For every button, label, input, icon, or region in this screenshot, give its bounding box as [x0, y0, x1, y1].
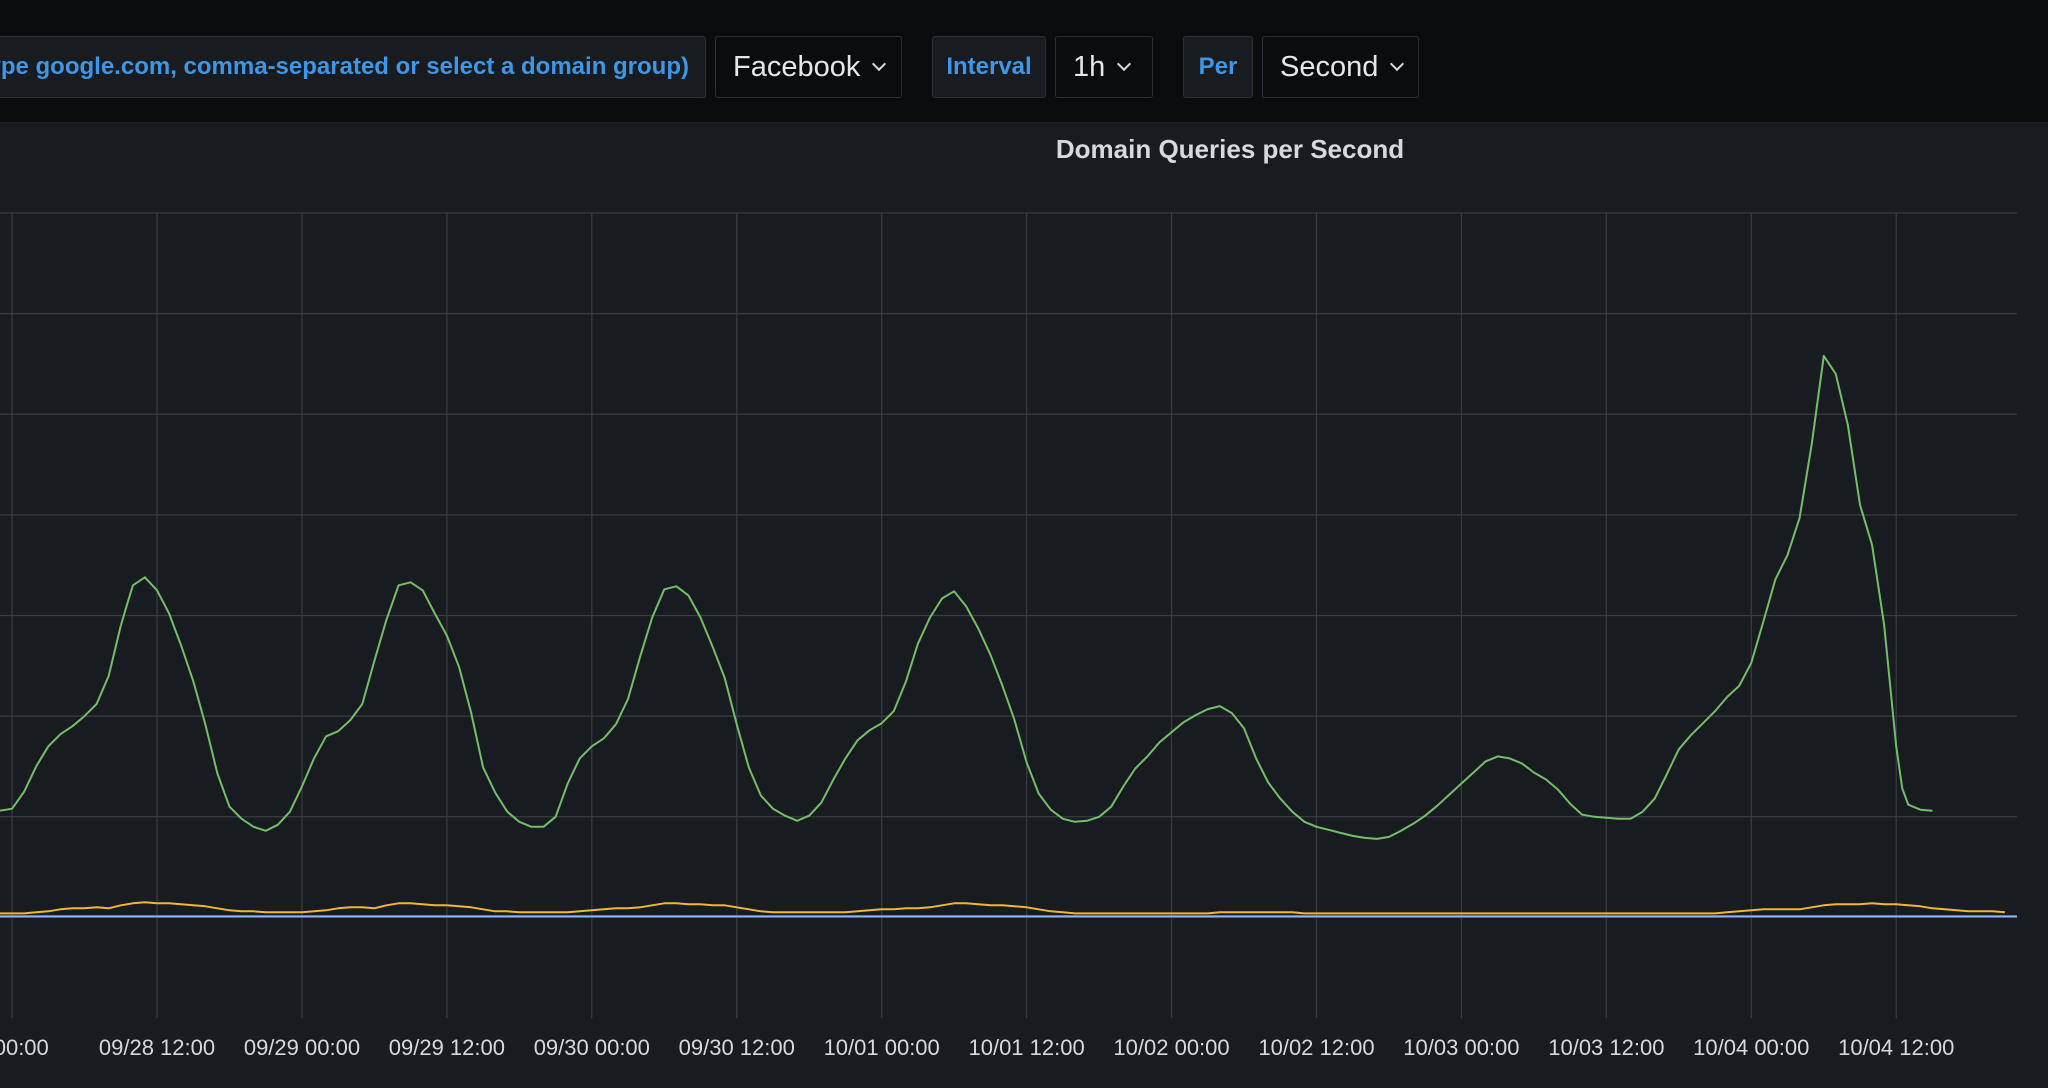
series-line-0	[0, 354, 1933, 840]
x-tick-label: 09/29 00:00	[244, 1035, 360, 1060]
x-tick-label: 10/01 00:00	[824, 1035, 940, 1060]
x-tick-label: 09/28 12:00	[99, 1035, 215, 1060]
series-line-1	[0, 901, 2005, 915]
x-tick-label: 10/04 00:00	[1693, 1035, 1809, 1060]
x-tick-label: 10/02 12:00	[1258, 1035, 1374, 1060]
line-chart: 8 00:00 09/28 12:00 09/29 00:00 09/29 12:00…	[0, 212, 2017, 1060]
x-tick-label: 8 00:00	[0, 1035, 49, 1060]
x-tick-label: 10/04 12:00	[1838, 1035, 1954, 1060]
x-tick-label: 10/03 00:00	[1403, 1035, 1519, 1060]
x-tick-label: 09/29 12:00	[389, 1035, 505, 1060]
x-tick-label: 09/30 00:00	[534, 1035, 650, 1060]
x-tick-label: 09/30 12:00	[679, 1035, 795, 1060]
x-tick-label: 10/02 00:00	[1113, 1035, 1229, 1060]
x-tick-label: 10/01 12:00	[968, 1035, 1084, 1060]
x-tick-label: 10/03 12:00	[1548, 1035, 1664, 1060]
